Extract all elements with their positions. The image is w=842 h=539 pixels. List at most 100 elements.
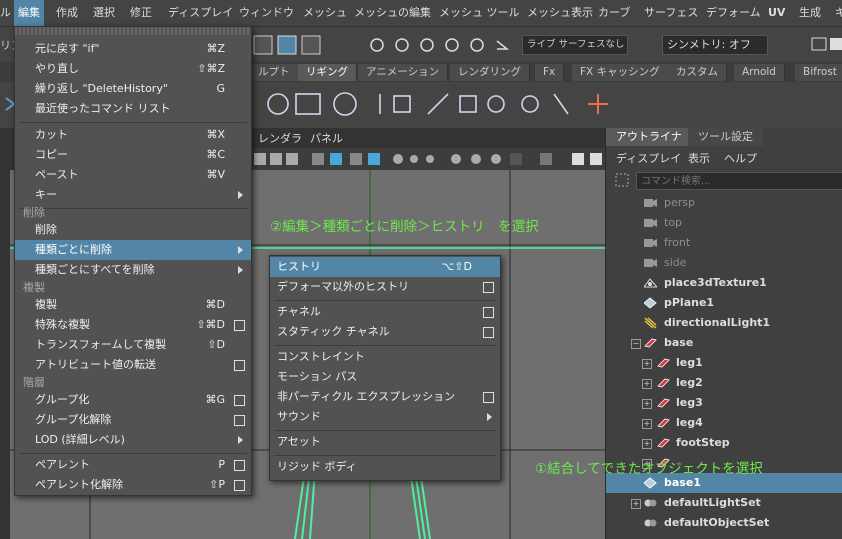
menu-curves[interactable]: カーブ (594, 0, 634, 26)
outliner-item-side[interactable]: side (606, 253, 842, 273)
menu-item-paste[interactable]: ペースト ⌘V (15, 165, 251, 185)
mesh-red-icon (657, 438, 670, 448)
menu-modify[interactable]: 修正 (126, 0, 156, 26)
menu-item-non-deformer-history[interactable]: デフォーマ以外のヒストリ (270, 277, 500, 297)
menu-item-lod[interactable]: LOD (詳細レベル) (15, 430, 251, 450)
menu-item-redo[interactable]: やり直し ⇧⌘Z (15, 59, 251, 79)
expand-toggle[interactable]: + (642, 419, 652, 429)
outliner-item-leg4[interactable]: + leg4 (606, 413, 842, 433)
menu-edit[interactable]: 編集 (14, 0, 44, 26)
outliner-item-defaultlightset[interactable]: + defaultLightSet (606, 493, 842, 513)
menu-item-unparent[interactable]: ペアレント化解除 ⇧P (15, 475, 251, 495)
menu-item-keys[interactable]: キー (15, 185, 251, 205)
option-box-icon (483, 307, 494, 318)
menu-item-recent-commands[interactable]: 最近使ったコマンド リスト (15, 99, 251, 119)
menu-item-delete[interactable]: 削除 (15, 220, 251, 240)
outliner-item-place3dtexture1[interactable]: place3dTexture1 (606, 273, 842, 293)
tab-fx[interactable]: Fx (535, 64, 565, 81)
menu-item-copy[interactable]: コピー ⌘C (15, 145, 251, 165)
menu-select[interactable]: 選択 (89, 0, 119, 26)
menu-item-rigid-bodies[interactable]: リジッド ボディ (270, 457, 500, 477)
menu-deform[interactable]: デフォーム (702, 0, 765, 26)
outliner-item-leg1[interactable]: + leg1 (606, 353, 842, 373)
expand-toggle[interactable]: + (642, 379, 652, 389)
snap-tool-icons[interactable] (365, 33, 515, 57)
menu-display[interactable]: ディスプレイ (164, 0, 237, 26)
menu-item-delete-by-type[interactable]: 種類ごとに削除 (15, 240, 251, 260)
menu-item-duplicate-special[interactable]: 特殊な複製 ⇧⌘D (15, 315, 251, 335)
menu-item-channels[interactable]: チャネル (270, 302, 500, 322)
menu-item-repeat[interactable]: 繰り返し "DeleteHistory" G (15, 79, 251, 99)
tab-bifrost[interactable]: Bifrost (795, 64, 842, 81)
outliner-item-footstep[interactable]: + footStep (606, 433, 842, 453)
expand-toggle[interactable]: + (642, 359, 652, 369)
menu-item-parent[interactable]: ペアレント P (15, 455, 251, 475)
menu-item-duplicate[interactable]: 複製 ⌘D (15, 295, 251, 315)
expand-toggle[interactable]: + (642, 399, 652, 409)
submenu-arrow-icon (238, 191, 243, 199)
menu-item-undo[interactable]: 元に戻す "if" ⌘Z (15, 39, 251, 59)
tab-rigging[interactable]: リギング (298, 64, 357, 81)
viewport-toolbar-icons[interactable] (250, 150, 605, 168)
outliner-menu-help[interactable]: ヘルプ (724, 150, 757, 166)
outliner-item-leg2[interactable]: + leg2 (606, 373, 842, 393)
render-icons[interactable] (810, 35, 842, 55)
tab-outliner[interactable]: アウトライナ (606, 128, 692, 146)
tab-custom[interactable]: カスタム (668, 64, 727, 81)
menu-item-motion-paths[interactable]: モーション パス (270, 367, 500, 387)
menu-item-constraints[interactable]: コンストレイント (270, 347, 500, 367)
menu-surfaces[interactable]: サーフェス (640, 0, 702, 26)
menu-item-transfer-attribute-values[interactable]: アトリビュート値の転送 (15, 355, 251, 375)
tab-animation[interactable]: アニメーション (358, 64, 449, 81)
outliner-item-front[interactable]: front (606, 233, 842, 253)
selection-tool-icons[interactable] (252, 33, 332, 57)
menu-bar: ル 編集 作成 選択 修正 ディスプレイ ウィンドウ メッシュ メッシュの編集 … (0, 0, 842, 27)
outliner-search-input[interactable] (636, 172, 842, 190)
menu-item-delete-all-by-type[interactable]: 種類ごとにすべてを削除 (15, 260, 251, 280)
tab-rendering[interactable]: レンダリング (450, 64, 530, 81)
outliner-item-directionallight1[interactable]: directionalLight1 (606, 313, 842, 333)
outliner-item-top[interactable]: top (606, 213, 842, 233)
collapse-toggle[interactable]: − (631, 339, 641, 349)
outliner-item-pplane1[interactable]: pPlane1 (606, 293, 842, 313)
menu-mesh-tools[interactable]: メッシュ ツール (435, 0, 524, 26)
live-surface-field[interactable]: ライブ サーフェスなし (522, 35, 628, 55)
menu-item-history[interactable]: ヒストリ ⌥⇧D (270, 257, 500, 277)
filter-icon[interactable] (614, 172, 630, 188)
menu-generate[interactable]: 生成 (795, 0, 825, 26)
menu-fragment-right[interactable]: キ (831, 0, 842, 26)
menu-edit-mesh[interactable]: メッシュの編集 (350, 0, 435, 26)
menu-create[interactable]: 作成 (52, 0, 82, 26)
menu-item-non-particle-expressions[interactable]: 非パーティクル エクスプレッション (270, 387, 500, 407)
menu-item-sounds[interactable]: サウンド (270, 407, 500, 427)
outliner-item-leg3[interactable]: + leg3 (606, 393, 842, 413)
menu-item-cut[interactable]: カット ⌘X (15, 125, 251, 145)
menu-item-duplicate-with-transform[interactable]: トランスフォームして複製 ⇧D (15, 335, 251, 355)
tab-tool-settings[interactable]: ツール設定 (688, 128, 763, 146)
outliner-item-persp[interactable]: persp (606, 193, 842, 213)
rigging-tool-icons[interactable] (258, 86, 608, 122)
tear-off-bar[interactable] (15, 27, 251, 35)
outliner-item-defaultobjectset[interactable]: defaultObjectSet (606, 513, 842, 533)
option-box-icon (234, 395, 245, 406)
outliner-menu-show[interactable]: 表示 (688, 150, 710, 166)
expand-toggle[interactable]: + (642, 439, 652, 449)
menu-item-static-channels[interactable]: スタティック チャネル (270, 322, 500, 342)
outliner-menu-display[interactable]: ディスプレイ (616, 150, 681, 166)
menu-window[interactable]: ウィンドウ (235, 0, 298, 26)
menu-item-ungroup[interactable]: グループ化解除 (15, 410, 251, 430)
expand-toggle[interactable]: + (631, 499, 641, 509)
tab-sculpt[interactable]: ルプト (250, 64, 299, 81)
tab-arnold[interactable]: Arnold (734, 64, 785, 81)
menu-mesh-display[interactable]: メッシュ表示 (523, 0, 597, 26)
outliner-item-base[interactable]: − base (606, 333, 842, 353)
viewport-menu-renderer[interactable]: レンダラ (258, 130, 302, 146)
tab-fx-caching[interactable]: FX キャッシング (572, 64, 669, 81)
menu-uv[interactable]: UV (764, 0, 789, 26)
menu-mesh[interactable]: メッシュ (299, 0, 351, 26)
menu-item-assets[interactable]: アセット (270, 432, 500, 452)
menu-item-group[interactable]: グループ化 ⌘G (15, 390, 251, 410)
viewport-menu-panels[interactable]: パネル (310, 130, 343, 146)
symmetry-dropdown[interactable]: シンメトリ: オフ (662, 35, 768, 55)
menu-fragment[interactable]: ル (0, 0, 15, 26)
